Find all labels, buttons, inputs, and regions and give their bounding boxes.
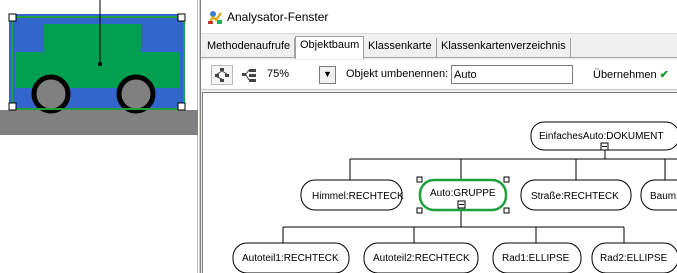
apply-button-label: Übernehmen (593, 69, 657, 81)
tree-node-label: Autoteil1:RECHTECK (242, 253, 339, 264)
tab-klassenkartenverzeichnis[interactable]: Klassenkartenverzeichnis (437, 38, 571, 57)
tree-node-label: EinfachesAuto:DOKUMENT (539, 131, 664, 142)
wheel-right-shape[interactable] (116, 74, 156, 114)
horizontal-layout-icon (242, 69, 256, 82)
tree-node-root[interactable]: EinfachesAuto:DOKUMENT (530, 121, 677, 151)
object-tree-view[interactable]: EinfachesAuto:DOKUMENT Himmel:RECHTECK A… (202, 92, 677, 273)
node-handle[interactable] (416, 176, 423, 183)
tree-node-label: Autoteil2:RECHTECK (373, 253, 470, 264)
resize-handle-bottom-right[interactable] (177, 102, 186, 111)
resize-handle-top-right[interactable] (177, 13, 186, 22)
toolbar: 75% ▼ Objekt umbenennen: Übernehmen✔ (201, 60, 677, 90)
tree-node-baum[interactable]: Baum (640, 179, 677, 211)
tab-methodenaufrufe[interactable]: Methodenaufrufe (203, 38, 296, 57)
tree-node-label: Auto:GRUPPE (430, 188, 496, 199)
tree-node-strasse[interactable]: Straße:RECHTECK (520, 179, 632, 211)
tree-node-auto-gruppe[interactable]: Auto:GRUPPE (416, 176, 510, 214)
tree-node-label: Straße:RECHTECK (531, 191, 619, 202)
tree-node-label: Baum (650, 191, 676, 202)
node-handle[interactable] (503, 176, 510, 183)
window-title: Analysator-Fenster (227, 10, 329, 24)
wheel-left-shape[interactable] (31, 74, 71, 114)
tab-klassenkarte[interactable]: Klassenkarte (364, 38, 437, 57)
tree-node-label: Himmel:RECHTECK (312, 191, 404, 202)
analyzer-window: Analysator-Fenster Methodenaufrufe Objek… (201, 0, 677, 273)
node-handle[interactable] (503, 207, 510, 214)
tree-layout-icon (215, 68, 229, 82)
apply-button[interactable]: Übernehmen ✔ (593, 68, 669, 81)
tree-node-label: Rad2:ELLIPSE (600, 253, 668, 264)
window-titlebar[interactable]: Analysator-Fenster (201, 0, 677, 34)
checkmark-icon: ✔ (659, 69, 669, 81)
tree-node-autoteil2[interactable]: Autoteil2:RECHTECK (363, 242, 479, 273)
tree-node-label: Rad1:ELLIPSE (502, 253, 570, 264)
node-handle[interactable] (416, 207, 423, 214)
tab-objektbaum[interactable]: Objektbaum (295, 36, 365, 59)
tree-node-autoteil1[interactable]: Autoteil1:RECHTECK (232, 242, 350, 273)
tree-node-himmel[interactable]: Himmel:RECHTECK (300, 179, 404, 211)
rename-input[interactable] (451, 65, 573, 84)
tree-layout-button[interactable] (211, 65, 233, 85)
zoom-dropdown-button[interactable]: ▼ (319, 66, 336, 84)
drawing-svg[interactable] (0, 0, 198, 273)
resize-handle-top-left[interactable] (8, 13, 17, 22)
car-roof-shape[interactable] (44, 24, 141, 52)
resize-handle-bottom-left[interactable] (8, 102, 17, 111)
tree-node-rad2[interactable]: Rad2:ELLIPSE (591, 242, 677, 273)
rename-label: Objekt umbenennen: (346, 68, 449, 80)
tab-bar: Methodenaufrufe Objektbaum Klassenkarte … (201, 36, 677, 59)
zoom-value: 75% (267, 68, 290, 80)
chevron-down-icon: ▼ (323, 69, 332, 79)
tree-node-rad1[interactable]: Rad1:ELLIPSE (492, 242, 582, 273)
horizontal-layout-button[interactable] (238, 65, 260, 85)
analyzer-icon (208, 11, 222, 24)
drawing-canvas[interactable] (0, 0, 198, 273)
road-shape[interactable] (0, 110, 198, 135)
rotation-center-handle[interactable] (98, 62, 102, 66)
object-tree-svg: EinfachesAuto:DOKUMENT Himmel:RECHTECK A… (232, 121, 677, 273)
